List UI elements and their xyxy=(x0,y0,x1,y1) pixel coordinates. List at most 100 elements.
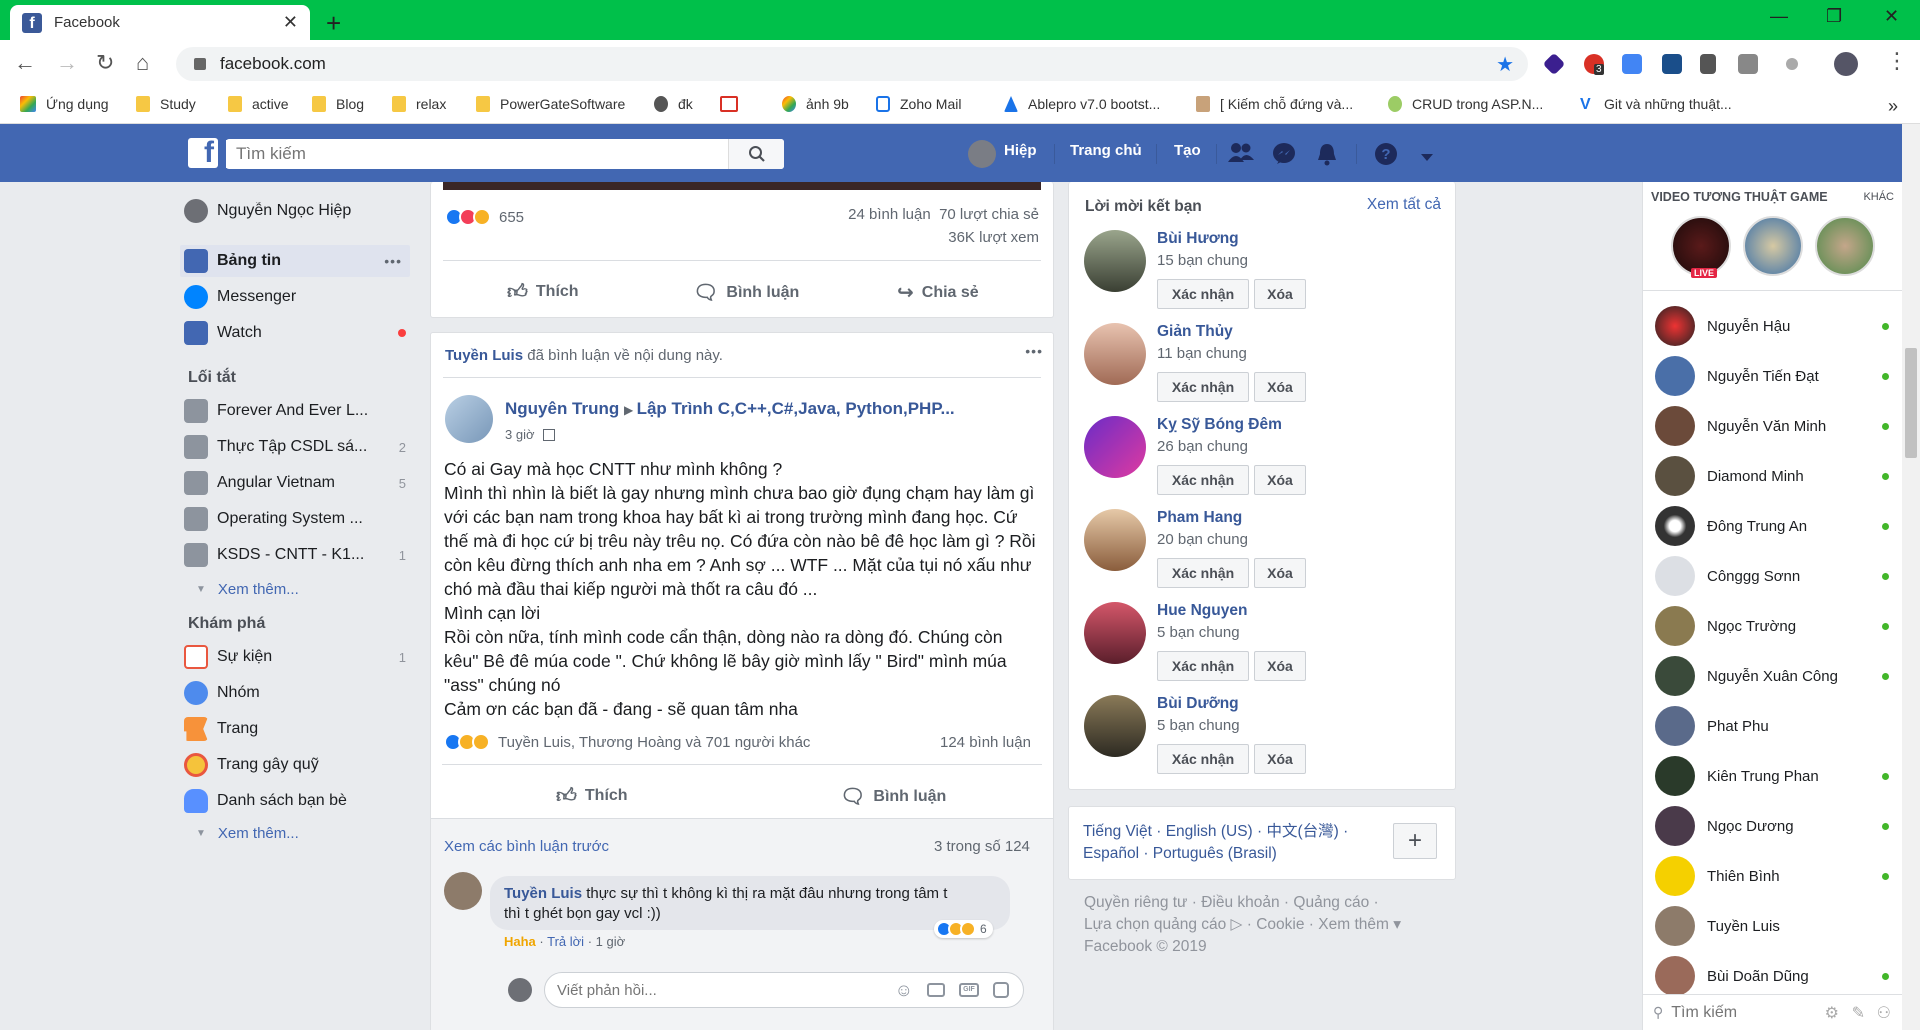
delete-button[interactable]: Xóa xyxy=(1254,744,1306,774)
comment-count[interactable]: 24 bình luận xyxy=(848,206,931,223)
bookmark-git[interactable]: V Git và những thuật... xyxy=(1580,96,1732,113)
mutual-friends[interactable]: 5 bạn chung xyxy=(1157,624,1240,641)
bookmark-zoho[interactable]: Zoho Mail xyxy=(876,96,961,112)
friend-name[interactable]: Giản Thủy xyxy=(1157,323,1233,341)
language-line[interactable]: Tiếng Việt · English (US) · 中文(台灣) · xyxy=(1083,821,1348,843)
reply-input[interactable] xyxy=(557,981,895,999)
delete-button[interactable]: Xóa xyxy=(1254,651,1306,681)
share-button[interactable]: ↪ Chia sẻ xyxy=(897,280,979,305)
camera-icon[interactable] xyxy=(927,983,945,997)
language-line[interactable]: Español · Português (Brasil) xyxy=(1083,843,1348,865)
see-more-shortcuts[interactable]: ▼ Xem thêm... xyxy=(196,581,299,598)
chat-contact[interactable]: Tuyền Luis xyxy=(1655,906,1891,946)
address-bar[interactable]: facebook.com ★ xyxy=(176,47,1528,81)
forward-icon[interactable]: → xyxy=(56,50,78,76)
comment-reactions[interactable]: 6 xyxy=(934,920,993,938)
mutual-friends[interactable]: 20 bạn chung xyxy=(1157,531,1248,548)
author-avatar[interactable] xyxy=(445,395,493,443)
friend-avatar[interactable] xyxy=(1084,509,1146,571)
add-language-button[interactable]: + xyxy=(1393,823,1437,859)
chat-contact[interactable]: Đông Trung An xyxy=(1655,506,1891,546)
author-link[interactable]: Nguyên Trung xyxy=(505,399,619,418)
reply-link[interactable]: Trả lời xyxy=(547,934,584,949)
profile-avatar-icon[interactable] xyxy=(1834,52,1858,76)
sidebar-item-events[interactable]: Sự kiện 1 xyxy=(184,641,414,673)
bookmark-relax[interactable]: relax xyxy=(392,96,446,112)
search-button[interactable] xyxy=(728,139,784,169)
confirm-button[interactable]: Xác nhận xyxy=(1157,744,1249,774)
facebook-logo-icon[interactable]: f xyxy=(188,138,218,168)
notifications-icon[interactable] xyxy=(1316,142,1338,172)
sidebar-item-groups[interactable]: Nhóm xyxy=(184,677,414,709)
sidebar-item-profile[interactable]: Nguyễn Ngọc Hiệp xyxy=(184,195,414,227)
bookmarks-overflow-button[interactable]: » xyxy=(1888,96,1898,117)
sidebar-item-news-feed[interactable]: Bảng tin ••• xyxy=(180,245,410,277)
privacy-icon[interactable] xyxy=(542,428,555,441)
sidebar-item-messenger[interactable]: Messenger xyxy=(184,281,414,313)
chat-contact[interactable]: Nguyễn Văn Minh xyxy=(1655,406,1891,446)
home-link[interactable]: Trang chủ xyxy=(1070,142,1142,159)
delete-button[interactable]: Xóa xyxy=(1254,279,1306,309)
help-icon[interactable]: ? xyxy=(1374,142,1398,172)
commenter-name[interactable]: Tuyền Luis xyxy=(504,885,582,902)
account-menu-icon[interactable] xyxy=(1420,146,1434,169)
messenger-icon[interactable] xyxy=(1272,142,1296,172)
video-more-link[interactable]: KHÁC xyxy=(1863,191,1894,203)
bookmark-crud[interactable]: CRUD trong ASP.N... xyxy=(1388,96,1543,112)
lock-icon[interactable] xyxy=(194,58,206,70)
back-icon[interactable]: ← xyxy=(14,50,36,76)
chat-contact[interactable]: Kiên Trung Phan xyxy=(1655,756,1891,796)
friend-name[interactable]: Bùi Dưỡng xyxy=(1157,695,1239,713)
extension-dot-icon[interactable] xyxy=(1786,58,1798,70)
bookmark-apps[interactable]: Ứng dụng xyxy=(20,96,109,112)
reload-icon[interactable]: ↻ xyxy=(96,50,114,76)
bookmark-gmail[interactable] xyxy=(720,96,748,112)
confirm-button[interactable]: Xác nhận xyxy=(1157,558,1249,588)
post-options-button[interactable]: ••• xyxy=(1025,343,1043,359)
like-button[interactable]: 👍︎ Thích xyxy=(507,280,579,304)
bookmark-active[interactable]: active xyxy=(228,96,289,112)
extension-translate-icon[interactable] xyxy=(1622,54,1642,74)
chat-contact[interactable]: Ngọc Trường xyxy=(1655,606,1891,646)
sidebar-item-shortcut[interactable]: KSDS - CNTT - K1... 1 xyxy=(184,539,414,571)
more-options-icon[interactable]: ••• xyxy=(384,253,402,269)
compose-icon[interactable]: ✎ xyxy=(1852,1003,1865,1023)
like-button[interactable]: 👍︎ Thích xyxy=(556,784,628,808)
bookmark-dk[interactable]: đk xyxy=(654,96,693,112)
chat-contact[interactable]: Phat Phu xyxy=(1655,706,1891,746)
confirm-button[interactable]: Xác nhận xyxy=(1157,651,1249,681)
game-thumbnail[interactable] xyxy=(1743,216,1803,276)
chat-search-input[interactable] xyxy=(1671,1003,1792,1022)
footer-line[interactable]: Lựa chọn quảng cáo ▷ · Cookie · Xem thêm… xyxy=(1084,914,1401,936)
sidebar-item-fundraisers[interactable]: Trang gây quỹ xyxy=(184,749,414,781)
sidebar-item-pages[interactable]: Trang xyxy=(184,713,414,745)
comment-button[interactable]: 🗨︎ Bình luận xyxy=(840,784,946,809)
commenter-avatar[interactable] xyxy=(444,872,482,910)
emoji-icon[interactable]: ☺ xyxy=(895,980,913,1001)
comment-count[interactable]: 124 bình luận xyxy=(940,734,1031,751)
friend-avatar[interactable] xyxy=(1084,602,1146,664)
friend-avatar[interactable] xyxy=(1084,323,1146,385)
bookmark-kiem-cho[interactable]: [ Kiếm chỗ đứng và... xyxy=(1196,96,1353,112)
sidebar-item-shortcut[interactable]: Thực Tập CSDL sá... 2 xyxy=(184,431,414,463)
post-time[interactable]: 3 giờ xyxy=(505,427,535,442)
gif-icon[interactable]: GIF xyxy=(959,983,979,997)
confirm-button[interactable]: Xác nhận xyxy=(1157,372,1249,402)
chat-contact[interactable]: Bùi Doãn Dũng xyxy=(1655,956,1891,996)
friend-avatar[interactable] xyxy=(1084,695,1146,757)
view-previous-comments-link[interactable]: Xem các bình luận trước xyxy=(444,838,609,855)
comment-button[interactable]: 🗨︎ Bình luận xyxy=(693,280,799,305)
friend-name[interactable]: Kỵ Sỹ Bóng Đêm xyxy=(1157,416,1282,434)
see-more-explore[interactable]: ▼ Xem thêm... xyxy=(196,825,299,842)
sidebar-item-watch[interactable]: Watch xyxy=(184,317,414,349)
chat-contact[interactable]: Cônggg Sơnn xyxy=(1655,556,1891,596)
mutual-friends[interactable]: 26 bạn chung xyxy=(1157,438,1248,455)
chat-contact[interactable]: Diamond Minh xyxy=(1655,456,1891,496)
friend-avatar[interactable] xyxy=(1084,230,1146,292)
confirm-button[interactable]: Xác nhận xyxy=(1157,465,1249,495)
group-chat-icon[interactable]: ⚇ xyxy=(1877,1003,1891,1023)
bookmark-study[interactable]: Study xyxy=(136,96,196,112)
delete-button[interactable]: Xóa xyxy=(1254,558,1306,588)
bookmark-powergate[interactable]: PowerGateSoftware xyxy=(476,96,625,112)
share-count[interactable]: 70 lượt chia sẻ xyxy=(939,206,1039,223)
